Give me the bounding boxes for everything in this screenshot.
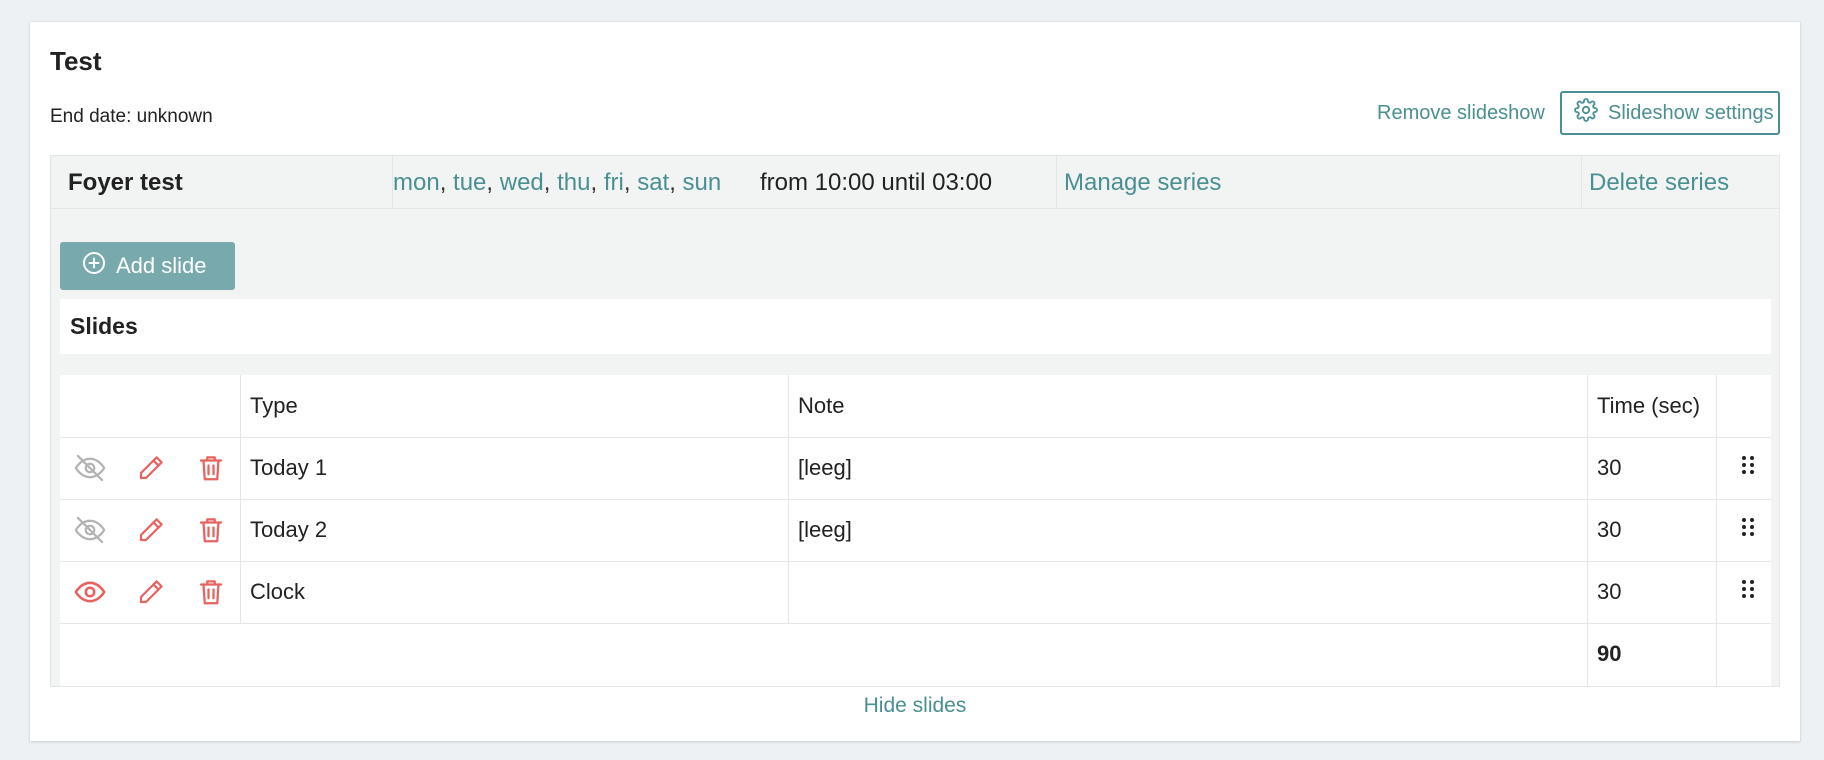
slide-type: Clock: [250, 579, 306, 604]
slide-type: Today 2: [250, 517, 328, 542]
column-divider: [1587, 375, 1588, 686]
slideshow-settings-label: Slideshow settings: [1608, 101, 1774, 124]
delete-series-link[interactable]: Delete series: [1589, 156, 1729, 209]
series-header-divider: [1581, 156, 1582, 209]
slideshow-card: Test End date: unknown Remove slideshow …: [30, 22, 1800, 741]
slides-heading: Slides: [70, 313, 138, 339]
remove-slideshow-link[interactable]: Remove slideshow: [1377, 102, 1545, 125]
series-panel: Foyer test mon, tue, wed, thu, fri, sat,…: [50, 155, 1780, 687]
eye-slash-icon[interactable]: [73, 451, 107, 485]
add-slide-label: Add slide: [116, 253, 207, 278]
pencil-icon[interactable]: [134, 575, 168, 609]
slide-note: [leeg]: [798, 517, 852, 542]
drag-handle-icon[interactable]: [1738, 453, 1758, 479]
gear-icon: [1574, 98, 1598, 128]
day-sat[interactable]: sat: [637, 169, 669, 197]
slideshow-title: Test: [50, 46, 102, 76]
add-slide-button[interactable]: Add slide: [60, 242, 235, 290]
column-divider: [1716, 375, 1717, 686]
day-fri[interactable]: fri: [604, 169, 624, 197]
series-time-range: from 10:00 until 03:00: [760, 168, 993, 196]
total-time: 90: [1597, 641, 1622, 666]
trash-icon[interactable]: [194, 451, 228, 485]
day-mon[interactable]: mon: [393, 169, 440, 197]
drag-handle-icon[interactable]: [1738, 577, 1758, 603]
series-name: Foyer test: [68, 168, 183, 196]
slide-time: 30: [1597, 455, 1622, 480]
drag-handle-icon[interactable]: [1738, 515, 1758, 541]
slide-time: 30: [1597, 579, 1622, 604]
series-header-divider: [1056, 156, 1057, 209]
series-days: mon, tue, wed, thu, fri, sat, sun: [393, 168, 722, 197]
end-date: End date: unknown: [50, 106, 213, 127]
eye-slash-icon[interactable]: [73, 513, 107, 547]
slides-table: Type Note Time (sec) Today 1 [leeg] 30 T…: [60, 375, 1771, 686]
pencil-icon[interactable]: [134, 451, 168, 485]
slideshow-settings-button[interactable]: Slideshow settings: [1560, 91, 1780, 135]
plus-circle-icon: [82, 251, 106, 281]
column-header-time[interactable]: Time (sec): [1597, 375, 1700, 437]
slide-time: 30: [1597, 517, 1622, 542]
slide-type: Today 1: [250, 455, 328, 480]
row-divider: [60, 561, 1771, 562]
column-header-type[interactable]: Type: [250, 375, 298, 437]
series-header: Foyer test mon, tue, wed, thu, fri, sat,…: [51, 156, 1779, 209]
day-thu[interactable]: thu: [557, 169, 590, 197]
slide-note: [leeg]: [798, 455, 852, 480]
day-wed[interactable]: wed: [500, 169, 544, 197]
trash-icon[interactable]: [194, 513, 228, 547]
row-divider: [60, 623, 1771, 624]
slides-heading-bar: Slides: [60, 299, 1771, 354]
eye-icon[interactable]: [73, 575, 107, 609]
trash-icon[interactable]: [194, 575, 228, 609]
day-sun[interactable]: sun: [683, 169, 722, 197]
pencil-icon[interactable]: [134, 513, 168, 547]
day-tue[interactable]: tue: [453, 169, 486, 197]
column-header-note[interactable]: Note: [798, 375, 844, 437]
hide-slides-link[interactable]: Hide slides: [30, 694, 1800, 718]
manage-series-link[interactable]: Manage series: [1064, 156, 1221, 209]
hide-slides-label: Hide slides: [863, 694, 967, 717]
